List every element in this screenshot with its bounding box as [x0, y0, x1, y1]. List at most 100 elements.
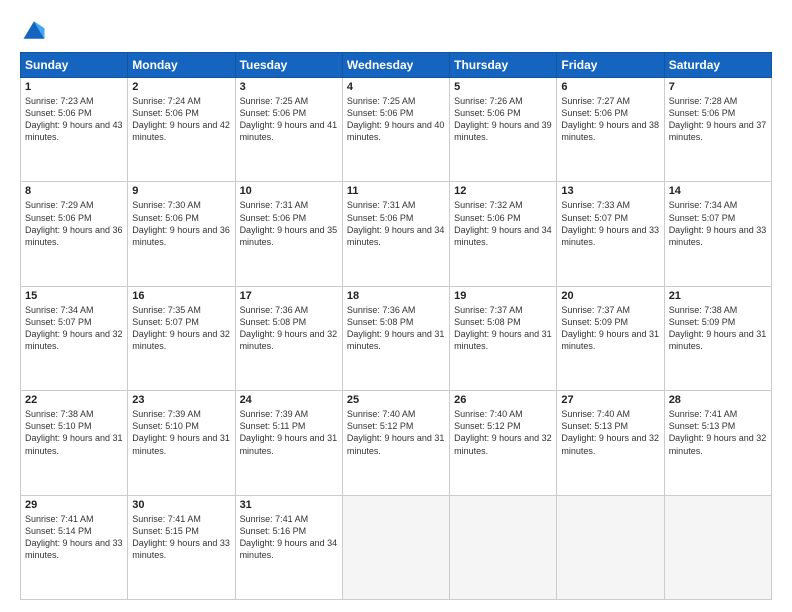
calendar-cell: 23 Sunrise: 7:39 AMSunset: 5:10 PMDayligh… — [128, 391, 235, 495]
day-info: Sunrise: 7:35 AMSunset: 5:07 PMDaylight:… — [132, 304, 230, 353]
day-info: Sunrise: 7:40 AMSunset: 5:13 PMDaylight:… — [561, 408, 659, 457]
logo — [20, 16, 52, 44]
calendar-cell: 6Sunrise: 7:27 AMSunset: 5:06 PMDaylight… — [557, 78, 664, 182]
calendar-cell: 28Sunrise: 7:41 AMSunset: 5:13 PMDayligh… — [664, 391, 771, 495]
day-info: Sunrise: 7:36 AMSunset: 5:08 PMDaylight:… — [240, 304, 338, 353]
calendar-body: 1Sunrise: 7:23 AMSunset: 5:06 PMDaylight… — [21, 78, 772, 600]
week-row-5: 29 Sunrise: 7:41 AMSunset: 5:14 PMDayligh… — [21, 495, 772, 599]
day-number: 2 — [132, 81, 230, 93]
day-number: 22 — [25, 394, 123, 406]
calendar-cell: 9 Sunrise: 7:30 AMSunset: 5:06 PMDaylight… — [128, 182, 235, 286]
day-number: 9 — [132, 185, 230, 197]
calendar-cell: 18Sunrise: 7:36 AMSunset: 5:08 PMDayligh… — [342, 286, 449, 390]
calendar-cell: 13 Sunrise: 7:33 AMSunset: 5:07 PMDayligh… — [557, 182, 664, 286]
day-info: Sunrise: 7:41 AMSunset: 5:13 PMDaylight:… — [669, 408, 767, 457]
day-info: Sunrise: 7:41 AMSunset: 5:14 PMDaylight:… — [25, 513, 123, 562]
day-info: Sunrise: 7:27 AMSunset: 5:06 PMDaylight:… — [561, 95, 659, 144]
calendar: SundayMondayTuesdayWednesdayThursdayFrid… — [20, 52, 772, 600]
day-number: 30 — [132, 499, 230, 511]
calendar-cell: 14Sunrise: 7:34 AMSunset: 5:07 PMDayligh… — [664, 182, 771, 286]
calendar-cell: 29 Sunrise: 7:41 AMSunset: 5:14 PMDayligh… — [21, 495, 128, 599]
day-number: 24 — [240, 394, 338, 406]
weekday-header-tuesday: Tuesday — [235, 53, 342, 78]
weekday-row: SundayMondayTuesdayWednesdayThursdayFrid… — [21, 53, 772, 78]
calendar-cell — [664, 495, 771, 599]
day-info: Sunrise: 7:39 AMSunset: 5:10 PMDaylight:… — [132, 408, 230, 457]
day-info: Sunrise: 7:33 AMSunset: 5:07 PMDaylight:… — [561, 199, 659, 248]
day-number: 14 — [669, 185, 767, 197]
day-number: 17 — [240, 290, 338, 302]
day-number: 26 — [454, 394, 552, 406]
calendar-cell: 21 Sunrise: 7:38 AMSunset: 5:09 PMDayligh… — [664, 286, 771, 390]
weekday-header-wednesday: Wednesday — [342, 53, 449, 78]
day-number: 11 — [347, 185, 445, 197]
calendar-cell: 8Sunrise: 7:29 AMSunset: 5:06 PMDaylight… — [21, 182, 128, 286]
page: SundayMondayTuesdayWednesdayThursdayFrid… — [0, 0, 792, 612]
day-info: Sunrise: 7:36 AMSunset: 5:08 PMDaylight:… — [347, 304, 445, 353]
header — [20, 16, 772, 44]
calendar-header: SundayMondayTuesdayWednesdayThursdayFrid… — [21, 53, 772, 78]
day-number: 3 — [240, 81, 338, 93]
calendar-cell: 26 Sunrise: 7:40 AMSunset: 5:12 PMDayligh… — [450, 391, 557, 495]
day-number: 7 — [669, 81, 767, 93]
calendar-cell: 2Sunrise: 7:24 AMSunset: 5:06 PMDaylight… — [128, 78, 235, 182]
day-info: Sunrise: 7:28 AMSunset: 5:06 PMDaylight:… — [669, 95, 767, 144]
day-info: Sunrise: 7:29 AMSunset: 5:06 PMDaylight:… — [25, 199, 123, 248]
day-info: Sunrise: 7:38 AMSunset: 5:10 PMDaylight:… — [25, 408, 123, 457]
week-row-2: 8Sunrise: 7:29 AMSunset: 5:06 PMDaylight… — [21, 182, 772, 286]
calendar-cell: 3 Sunrise: 7:25 AMSunset: 5:06 PMDaylight… — [235, 78, 342, 182]
weekday-header-monday: Monday — [128, 53, 235, 78]
day-info: Sunrise: 7:34 AMSunset: 5:07 PMDaylight:… — [25, 304, 123, 353]
day-number: 19 — [454, 290, 552, 302]
day-info: Sunrise: 7:37 AMSunset: 5:09 PMDaylight:… — [561, 304, 659, 353]
calendar-cell: 1Sunrise: 7:23 AMSunset: 5:06 PMDaylight… — [21, 78, 128, 182]
calendar-cell: 10Sunrise: 7:31 AMSunset: 5:06 PMDayligh… — [235, 182, 342, 286]
calendar-cell: 19Sunrise: 7:37 AMSunset: 5:08 PMDayligh… — [450, 286, 557, 390]
day-info: Sunrise: 7:31 AMSunset: 5:06 PMDaylight:… — [240, 199, 338, 248]
calendar-cell: 15 Sunrise: 7:34 AMSunset: 5:07 PMDayligh… — [21, 286, 128, 390]
day-number: 4 — [347, 81, 445, 93]
day-info: Sunrise: 7:38 AMSunset: 5:09 PMDaylight:… — [669, 304, 767, 353]
week-row-1: 1Sunrise: 7:23 AMSunset: 5:06 PMDaylight… — [21, 78, 772, 182]
calendar-cell — [557, 495, 664, 599]
calendar-cell: 17 Sunrise: 7:36 AMSunset: 5:08 PMDayligh… — [235, 286, 342, 390]
day-info: Sunrise: 7:39 AMSunset: 5:11 PMDaylight:… — [240, 408, 338, 457]
calendar-cell — [342, 495, 449, 599]
calendar-cell: 11 Sunrise: 7:31 AMSunset: 5:06 PMDayligh… — [342, 182, 449, 286]
calendar-table: SundayMondayTuesdayWednesdayThursdayFrid… — [20, 52, 772, 600]
calendar-cell: 31 Sunrise: 7:41 AMSunset: 5:16 PMDayligh… — [235, 495, 342, 599]
day-info: Sunrise: 7:30 AMSunset: 5:06 PMDaylight:… — [132, 199, 230, 248]
day-info: Sunrise: 7:41 AMSunset: 5:16 PMDaylight:… — [240, 513, 338, 562]
day-info: Sunrise: 7:40 AMSunset: 5:12 PMDaylight:… — [454, 408, 552, 457]
day-number: 16 — [132, 290, 230, 302]
calendar-cell: 5Sunrise: 7:26 AMSunset: 5:06 PMDaylight… — [450, 78, 557, 182]
calendar-cell: 22 Sunrise: 7:38 AMSunset: 5:10 PMDayligh… — [21, 391, 128, 495]
day-number: 13 — [561, 185, 659, 197]
calendar-cell: 16 Sunrise: 7:35 AMSunset: 5:07 PMDayligh… — [128, 286, 235, 390]
day-number: 23 — [132, 394, 230, 406]
calendar-cell: 24 Sunrise: 7:39 AMSunset: 5:11 PMDayligh… — [235, 391, 342, 495]
logo-icon — [20, 16, 48, 44]
day-info: Sunrise: 7:25 AMSunset: 5:06 PMDaylight:… — [240, 95, 338, 144]
day-number: 20 — [561, 290, 659, 302]
day-info: Sunrise: 7:32 AMSunset: 5:06 PMDaylight:… — [454, 199, 552, 248]
day-number: 12 — [454, 185, 552, 197]
weekday-header-friday: Friday — [557, 53, 664, 78]
day-info: Sunrise: 7:31 AMSunset: 5:06 PMDaylight:… — [347, 199, 445, 248]
weekday-header-sunday: Sunday — [21, 53, 128, 78]
day-number: 31 — [240, 499, 338, 511]
week-row-3: 15 Sunrise: 7:34 AMSunset: 5:07 PMDayligh… — [21, 286, 772, 390]
day-number: 21 — [669, 290, 767, 302]
weekday-header-thursday: Thursday — [450, 53, 557, 78]
day-number: 5 — [454, 81, 552, 93]
day-number: 15 — [25, 290, 123, 302]
day-info: Sunrise: 7:41 AMSunset: 5:15 PMDaylight:… — [132, 513, 230, 562]
day-number: 29 — [25, 499, 123, 511]
week-row-4: 22 Sunrise: 7:38 AMSunset: 5:10 PMDayligh… — [21, 391, 772, 495]
day-info: Sunrise: 7:40 AMSunset: 5:12 PMDaylight:… — [347, 408, 445, 457]
day-number: 1 — [25, 81, 123, 93]
calendar-cell: 25Sunrise: 7:40 AMSunset: 5:12 PMDayligh… — [342, 391, 449, 495]
calendar-cell: 30 Sunrise: 7:41 AMSunset: 5:15 PMDayligh… — [128, 495, 235, 599]
calendar-cell: 27Sunrise: 7:40 AMSunset: 5:13 PMDayligh… — [557, 391, 664, 495]
calendar-cell: 20 Sunrise: 7:37 AMSunset: 5:09 PMDayligh… — [557, 286, 664, 390]
